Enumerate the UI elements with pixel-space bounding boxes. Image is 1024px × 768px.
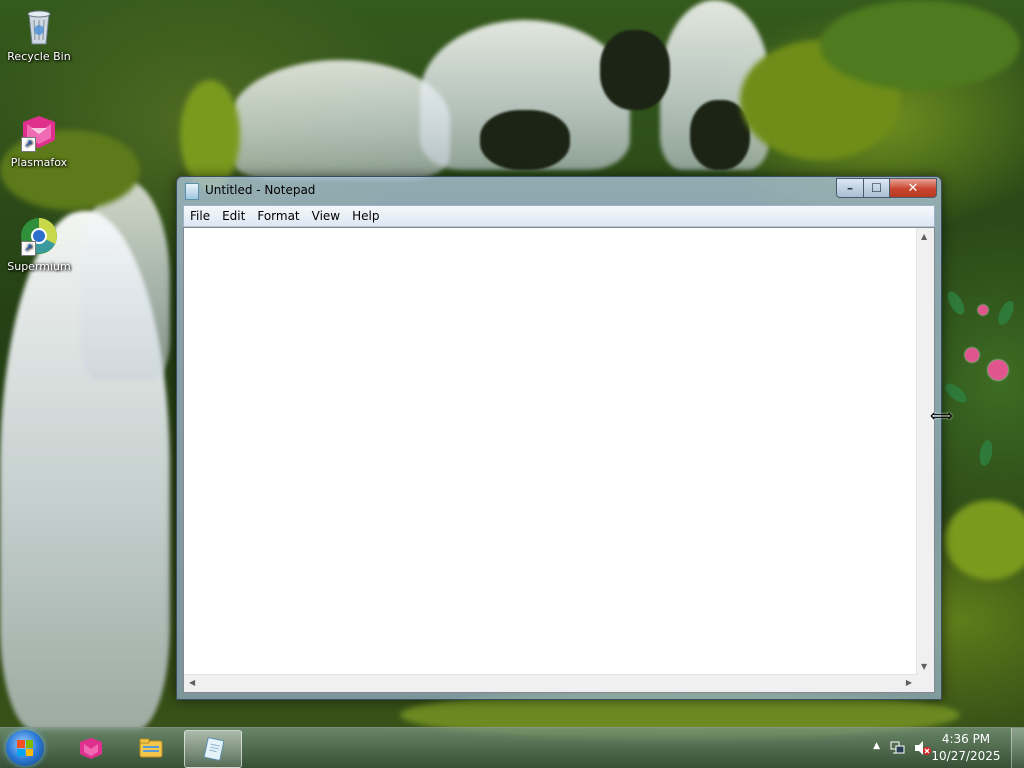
menu-help[interactable]: Help: [346, 206, 385, 226]
clock-date: 10/27/2025: [931, 749, 1001, 763]
menu-format[interactable]: Format: [251, 206, 305, 226]
desktop-icon-recycle-bin[interactable]: Recycle Bin: [2, 6, 76, 63]
menu-file[interactable]: File: [184, 206, 216, 226]
desktop-icon-plasmafox[interactable]: ↗ Plasmafox: [2, 112, 76, 169]
horizontal-scrollbar[interactable]: ◀ ▶: [184, 674, 917, 692]
show-desktop-button[interactable]: [1011, 728, 1024, 768]
clock[interactable]: 4:36 PM 10/27/2025: [926, 731, 1006, 765]
start-button[interactable]: [6, 730, 44, 766]
desktop-icon-supermium[interactable]: ↗ Supermium: [2, 216, 76, 273]
clock-time: 4:36 PM: [941, 732, 991, 746]
scroll-up-icon[interactable]: ▲: [921, 232, 927, 241]
taskbar-plasmafox[interactable]: [62, 730, 118, 766]
scroll-left-icon[interactable]: ◀: [189, 678, 195, 687]
desktop-icon-label: Plasmafox: [10, 156, 68, 169]
taskbar: ▲ 4:36 PM 10/27/2025: [0, 727, 1024, 768]
file-explorer-icon: [139, 738, 163, 758]
maximize-icon: ☐: [871, 181, 882, 195]
desktop-icon-label: Supermium: [7, 260, 71, 273]
vertical-scrollbar[interactable]: ▲ ▼: [916, 228, 934, 675]
supermium-icon: ↗: [19, 216, 59, 256]
text-editor-area[interactable]: ▲ ▼ ◀ ▶: [183, 227, 935, 693]
close-icon: ✕: [907, 180, 919, 196]
scroll-right-icon[interactable]: ▶: [906, 678, 912, 687]
show-hidden-icons-button[interactable]: ▲: [873, 741, 880, 751]
recycle-bin-icon: [19, 6, 59, 46]
scroll-down-icon[interactable]: ▼: [921, 662, 927, 671]
notepad-icon: [185, 183, 199, 200]
window-titlebar[interactable]: Untitled - Notepad – ☐ ✕: [177, 177, 941, 205]
windows-logo-icon: [17, 740, 33, 756]
network-icon[interactable]: [890, 740, 906, 756]
desktop-icon-label: Recycle Bin: [7, 50, 71, 63]
taskbar-notepad[interactable]: [184, 730, 242, 768]
menu-view[interactable]: View: [306, 206, 346, 226]
window-title: Untitled - Notepad: [205, 183, 316, 197]
plasmafox-icon: ↗: [19, 112, 59, 152]
shortcut-arrow-icon: ↗: [21, 137, 36, 152]
taskbar-file-explorer[interactable]: [122, 730, 178, 766]
plasmafox-icon: [80, 738, 102, 759]
maximize-button[interactable]: ☐: [864, 178, 890, 198]
notepad-icon: [203, 736, 225, 762]
minimize-button[interactable]: –: [836, 178, 864, 198]
minimize-icon: –: [847, 181, 853, 195]
close-button[interactable]: ✕: [890, 178, 937, 198]
size-grip[interactable]: [917, 675, 934, 692]
menu-bar: File Edit Format View Help: [183, 205, 935, 227]
resize-cursor-icon: ⟺: [930, 406, 953, 425]
editor-content[interactable]: [188, 230, 912, 672]
shortcut-arrow-icon: ↗: [21, 241, 36, 256]
notepad-window[interactable]: Untitled - Notepad – ☐ ✕ File Edit Format V…: [176, 176, 942, 700]
menu-edit[interactable]: Edit: [216, 206, 251, 226]
